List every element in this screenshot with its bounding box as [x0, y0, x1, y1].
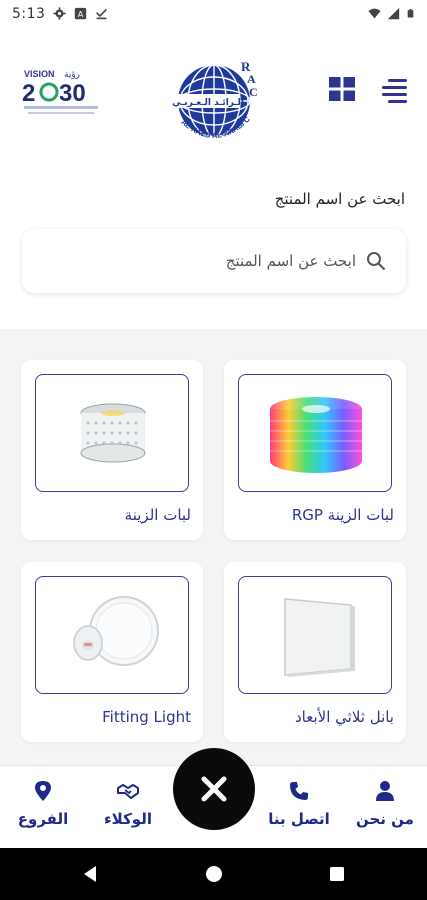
product-image-white-strip	[35, 374, 189, 492]
status-time: 5:13	[12, 5, 46, 22]
status-bar: 5:13 A	[0, 0, 427, 27]
vision-2030-logo: VISION رؤية 2 30	[22, 69, 98, 114]
nav-label: اتصل بنا	[268, 810, 330, 828]
signal-icon	[387, 7, 400, 20]
search-section: ابحث عن اسم المنتج ابحث عن اسم المنتج	[0, 147, 427, 329]
product-label: بانل ثلاثي الأبعاد	[294, 708, 394, 726]
product-image-square-panel	[238, 576, 392, 694]
nav-agents[interactable]: الوكلاء	[86, 780, 170, 840]
system-nav-icons	[84, 866, 344, 882]
product-label: لبات الزينة	[124, 506, 191, 524]
product-card-white-strip[interactable]: لبات الزينة	[21, 360, 203, 540]
svg-text:C: C	[249, 85, 258, 99]
app-header: VISION رؤية 2 30 الـرائـد الـعـربـي R A …	[0, 27, 427, 167]
white-led-strip-image	[80, 403, 146, 463]
svg-text:الـرائـد الـعـربـي: الـرائـد الـعـربـي	[172, 98, 244, 108]
product-image-fitting-light	[35, 576, 189, 694]
recents-icon[interactable]	[330, 867, 344, 881]
nav-label: من نحن	[356, 810, 414, 828]
svg-text:A: A	[247, 72, 256, 86]
search-placeholder: ابحث عن اسم المنتج	[225, 252, 356, 270]
rgb-led-strip-image	[270, 397, 362, 473]
svg-text:2: 2	[22, 80, 35, 107]
gear-icon	[53, 7, 67, 20]
status-left: 5:13 A	[12, 6, 108, 22]
product-card-square-panel[interactable]: بانل ثلاثي الأبعاد	[224, 562, 406, 742]
nav-branches[interactable]: الفروع	[1, 780, 85, 840]
home-icon[interactable]	[206, 866, 222, 882]
product-card-fitting-light[interactable]: Fitting Light	[21, 562, 203, 742]
svg-text:رؤية: رؤية	[64, 70, 80, 80]
menu-icon[interactable]	[380, 77, 408, 103]
svg-text:30: 30	[59, 80, 86, 107]
svg-text:VISION: VISION	[24, 69, 55, 79]
close-fab-button[interactable]	[173, 748, 255, 830]
handshake-icon	[117, 784, 139, 799]
search-title: ابحث عن اسم المنتج	[274, 190, 405, 208]
a-box-icon: A	[75, 7, 87, 20]
wifi-icon	[368, 8, 381, 19]
grid-icon[interactable]	[328, 76, 356, 102]
product-grid: لبات الزينة RGP لبات الزينة بانل ثلاثي ا…	[0, 345, 427, 765]
square-panel-image	[284, 598, 355, 677]
back-icon[interactable]	[84, 866, 96, 882]
search-icon	[367, 252, 386, 271]
battery-icon	[407, 9, 414, 18]
phone-icon	[290, 782, 308, 800]
nav-label: الوكلاء	[104, 810, 152, 828]
check-download-icon	[96, 8, 108, 20]
location-pin-icon	[35, 781, 51, 801]
system-nav-bar	[0, 848, 427, 900]
product-image-rgb-strip	[238, 374, 392, 492]
product-card-rgb-strip[interactable]: لبات الزينة RGP	[224, 360, 406, 540]
search-input[interactable]: ابحث عن اسم المنتج	[22, 229, 406, 293]
nav-about-us[interactable]: من نحن	[343, 780, 427, 840]
svg-text:A: A	[78, 9, 84, 19]
close-icon	[201, 776, 227, 802]
product-label: لبات الزينة RGP	[291, 506, 394, 524]
round-fitting-light-image	[73, 596, 159, 666]
nav-label: الفروع	[17, 810, 69, 828]
status-right	[368, 7, 415, 20]
product-label: Fitting Light	[102, 708, 191, 726]
person-icon	[376, 781, 394, 801]
nav-contact-us[interactable]: اتصل بنا	[257, 780, 341, 840]
